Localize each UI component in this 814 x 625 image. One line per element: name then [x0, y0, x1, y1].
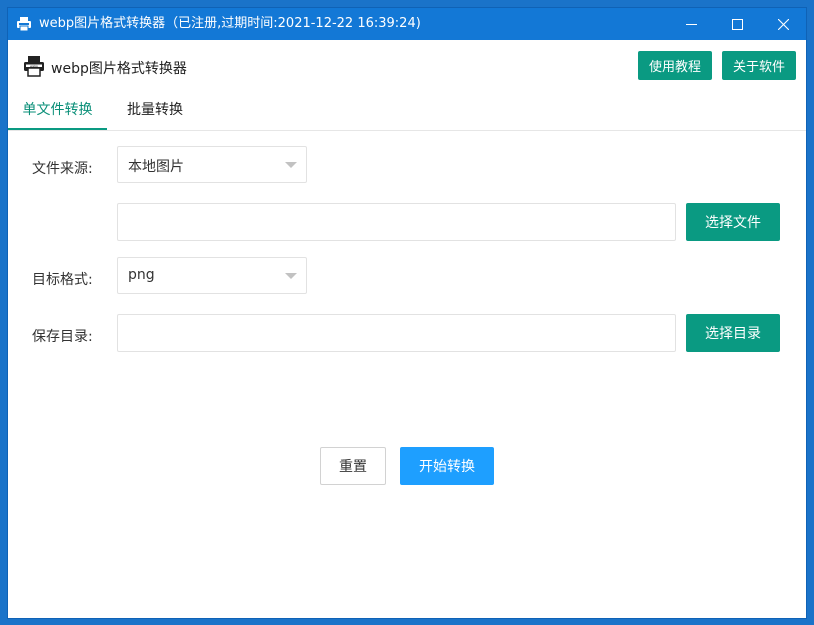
title-bar[interactable]: webp图片格式转换器（已注册,过期时间:2021-12-22 16:39:24…	[8, 8, 806, 40]
about-button[interactable]: 关于软件	[722, 51, 797, 80]
tab-bar: 单文件转换 批量转换	[8, 96, 806, 131]
choose-file-button[interactable]: 选择文件	[686, 203, 780, 241]
source-label: 文件来源:	[32, 161, 93, 177]
tab-batch[interactable]: 批量转换	[127, 96, 183, 130]
maximize-button[interactable]	[714, 8, 760, 40]
webp-printer-icon: webp	[23, 55, 45, 77]
save-dir-label: 保存目录:	[32, 329, 93, 345]
close-icon	[777, 18, 789, 30]
start-convert-button[interactable]: 开始转换	[400, 447, 494, 485]
choose-dir-button[interactable]: 选择目录	[686, 314, 780, 352]
chevron-down-icon	[285, 273, 297, 279]
tutorial-button[interactable]: 使用教程	[638, 51, 713, 80]
app-title: webp图片格式转换器	[51, 61, 187, 77]
webp-app-icon	[16, 16, 32, 32]
format-label: 目标格式:	[32, 272, 93, 288]
tab-single-file[interactable]: 单文件转换	[8, 96, 107, 130]
format-select-value: png	[128, 267, 155, 283]
app-header: webp webp图片格式转换器 使用教程 关于软件	[8, 40, 806, 96]
file-path-input[interactable]	[117, 203, 676, 241]
reset-button[interactable]: 重置	[320, 447, 386, 485]
chevron-down-icon	[285, 162, 297, 168]
source-select-value: 本地图片	[128, 159, 184, 175]
format-select[interactable]: png	[117, 257, 307, 294]
source-select[interactable]: 本地图片	[117, 146, 307, 183]
minimize-icon	[685, 23, 697, 25]
app-window: webp图片格式转换器（已注册,过期时间:2021-12-22 16:39:24…	[7, 7, 807, 619]
svg-text:webp: webp	[30, 64, 38, 68]
close-button[interactable]	[760, 8, 806, 40]
maximize-icon	[731, 18, 743, 30]
save-dir-input[interactable]	[117, 314, 676, 352]
window-title: webp图片格式转换器（已注册,过期时间:2021-12-22 16:39:24…	[39, 16, 421, 31]
minimize-button[interactable]	[668, 8, 714, 40]
